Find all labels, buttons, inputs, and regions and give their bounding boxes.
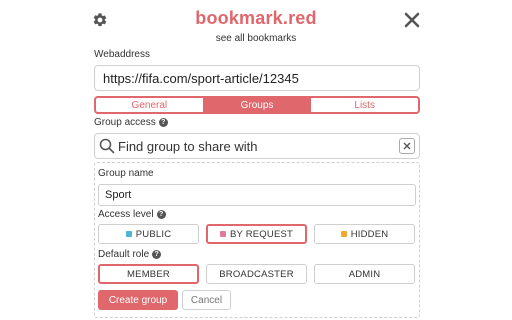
group-access-label: Group access ?: [94, 117, 168, 128]
app-title: bookmark.red: [195, 8, 317, 28]
webaddress-value: https://fifa.com/sport-article/12345: [103, 70, 299, 86]
public-dot-icon: [125, 231, 132, 237]
access-by-request-button[interactable]: BY REQUEST: [206, 224, 307, 244]
tab-general[interactable]: General: [96, 98, 203, 112]
webaddress-label: Webaddress: [94, 49, 150, 60]
help-icon[interactable]: ?: [158, 118, 168, 127]
access-hidden-button[interactable]: HIDDEN: [314, 224, 415, 244]
tab-bar: General Groups Lists: [94, 96, 420, 114]
create-group-button[interactable]: Create group: [98, 290, 178, 310]
role-member-button[interactable]: MEMBER: [98, 264, 199, 284]
access-level-label: Access level ?: [98, 209, 166, 220]
group-search-input[interactable]: Find group to share with: [94, 133, 420, 159]
tab-groups[interactable]: Groups: [202, 98, 311, 112]
help-icon[interactable]: ?: [156, 210, 166, 219]
help-icon[interactable]: ?: [152, 250, 162, 259]
close-icon[interactable]: [404, 12, 420, 28]
role-admin-button[interactable]: ADMIN: [314, 264, 415, 284]
search-icon: [99, 138, 115, 154]
role-broadcaster-button[interactable]: BROADCASTER: [206, 264, 307, 284]
cancel-button[interactable]: Cancel: [182, 290, 231, 310]
search-placeholder: Find group to share with: [118, 138, 258, 154]
group-name-value: Sport: [105, 189, 132, 201]
webaddress-input[interactable]: https://fifa.com/sport-article/12345: [94, 65, 420, 91]
group-name-label: Group name: [98, 168, 154, 179]
by-request-dot-icon: [219, 231, 226, 237]
default-role-label: Default role ?: [98, 249, 162, 260]
hidden-dot-icon: [340, 231, 347, 237]
access-public-button[interactable]: PUBLIC: [98, 224, 199, 244]
clear-search-button[interactable]: [399, 138, 415, 154]
tab-lists[interactable]: Lists: [310, 98, 418, 112]
group-name-input[interactable]: Sport: [98, 184, 416, 206]
close-icon: [403, 142, 411, 150]
see-all-bookmarks-link[interactable]: see all bookmarks: [0, 33, 512, 44]
